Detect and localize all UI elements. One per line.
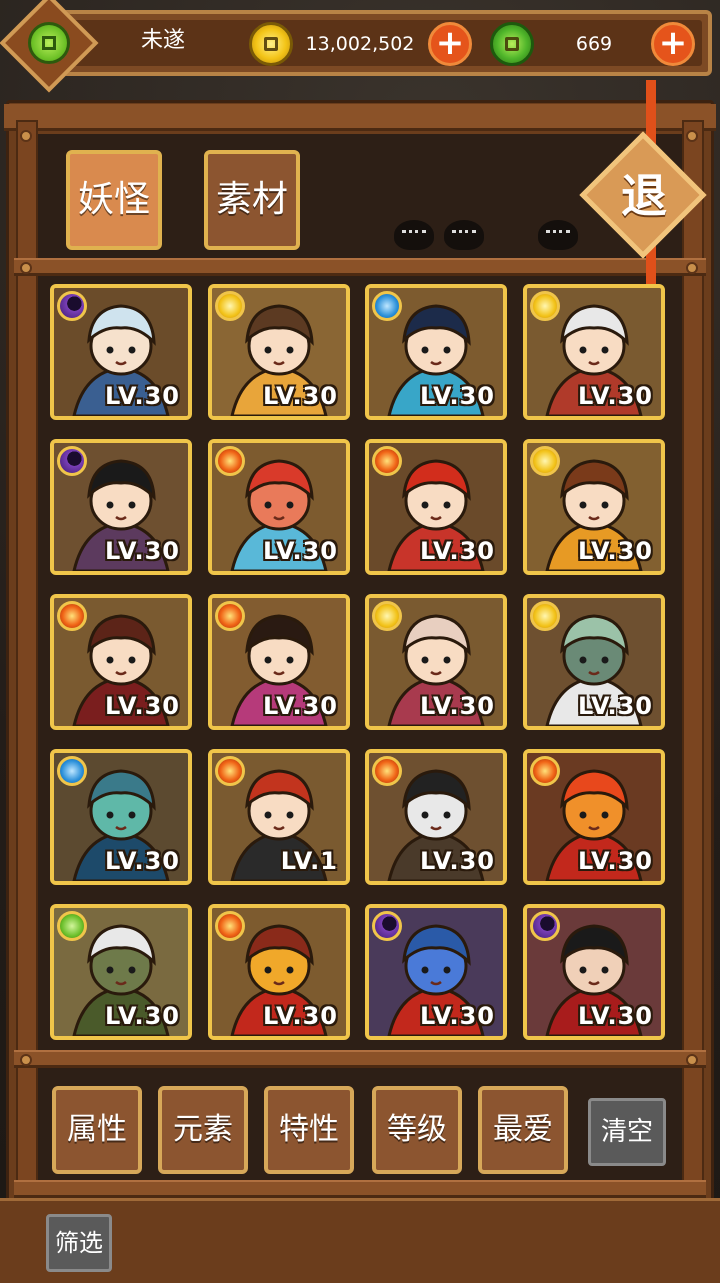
player-name: 未遂 bbox=[140, 28, 185, 53]
water-element-icon bbox=[372, 291, 402, 321]
yokai-level: LV.30 bbox=[105, 1002, 180, 1030]
water-element-icon bbox=[57, 756, 87, 786]
yokai-card[interactable]: LV.30 bbox=[523, 749, 665, 885]
nail-decoration bbox=[20, 262, 32, 274]
shadow-creature-decoration bbox=[444, 220, 484, 250]
shadow-creature-decoration bbox=[394, 220, 434, 250]
yokai-level: LV.30 bbox=[420, 382, 495, 410]
fire-element-icon bbox=[215, 756, 245, 786]
yokai-card[interactable]: LV.30 bbox=[208, 439, 350, 575]
cabinet-top-beam bbox=[4, 104, 716, 131]
light-element-icon bbox=[530, 601, 560, 631]
yokai-level: LV.30 bbox=[105, 692, 180, 720]
yokai-card[interactable]: LV.30 bbox=[208, 284, 350, 420]
light-element-icon bbox=[530, 291, 560, 321]
nail-decoration bbox=[686, 130, 698, 142]
yokai-card[interactable]: LV.30 bbox=[365, 904, 507, 1040]
filter-favorite-button[interactable]: 最爱 bbox=[478, 1086, 568, 1174]
yokai-level: LV.30 bbox=[105, 537, 180, 565]
light-element-icon bbox=[530, 446, 560, 476]
yokai-level: LV.30 bbox=[578, 382, 653, 410]
dark-element-icon bbox=[57, 291, 87, 321]
shadow-creature-decoration bbox=[538, 220, 578, 250]
shelf-bottom bbox=[14, 1180, 706, 1198]
nail-decoration bbox=[20, 1054, 32, 1066]
yokai-level: LV.1 bbox=[280, 847, 338, 875]
light-element-icon bbox=[372, 601, 402, 631]
yokai-level: LV.30 bbox=[263, 537, 338, 565]
dark-element-icon bbox=[57, 446, 87, 476]
dark-element-icon bbox=[530, 911, 560, 941]
fire-element-icon bbox=[372, 446, 402, 476]
yokai-card[interactable]: LV.30 bbox=[50, 439, 192, 575]
dark-element-icon bbox=[372, 911, 402, 941]
wood-element-icon bbox=[57, 911, 87, 941]
filter-attribute-button[interactable]: 属性 bbox=[52, 1086, 142, 1174]
yokai-level: LV.30 bbox=[420, 847, 495, 875]
yokai-card[interactable]: LV.30 bbox=[50, 284, 192, 420]
exit-label[interactable]: 退 bbox=[608, 160, 680, 232]
shelf-upper bbox=[14, 258, 706, 276]
yokai-level: LV.30 bbox=[263, 1002, 338, 1030]
add-gold-button[interactable]: + bbox=[428, 22, 472, 66]
cabinet-right-post bbox=[682, 120, 704, 1200]
fire-element-icon bbox=[530, 756, 560, 786]
yokai-card[interactable]: LV.30 bbox=[523, 904, 665, 1040]
yokai-card[interactable]: LV.30 bbox=[523, 439, 665, 575]
nail-decoration bbox=[686, 262, 698, 274]
fire-element-icon bbox=[215, 911, 245, 941]
light-element-icon bbox=[215, 291, 245, 321]
tab-yokai[interactable]: 妖怪 bbox=[66, 150, 162, 250]
filter-element-button[interactable]: 元素 bbox=[158, 1086, 248, 1174]
jade-coin-icon bbox=[490, 22, 534, 66]
filter-level-button[interactable]: 等级 bbox=[372, 1086, 462, 1174]
yokai-level: LV.30 bbox=[578, 1002, 653, 1030]
yokai-level: LV.30 bbox=[420, 537, 495, 565]
fire-element-icon bbox=[372, 756, 402, 786]
fire-element-icon bbox=[215, 446, 245, 476]
yokai-card[interactable]: LV.30 bbox=[208, 904, 350, 1040]
yokai-card[interactable]: LV.30 bbox=[523, 594, 665, 730]
yokai-card[interactable]: LV.30 bbox=[50, 749, 192, 885]
add-jade-button[interactable]: + bbox=[651, 22, 695, 66]
yokai-card[interactable]: LV.1 bbox=[208, 749, 350, 885]
fire-element-icon bbox=[57, 601, 87, 631]
nail-decoration bbox=[20, 130, 32, 142]
yokai-level: LV.30 bbox=[420, 1002, 495, 1030]
yokai-card[interactable]: LV.30 bbox=[365, 439, 507, 575]
shelf-lower bbox=[14, 1050, 706, 1068]
yokai-card[interactable]: LV.30 bbox=[523, 284, 665, 420]
jade-amount: 669 bbox=[575, 33, 613, 55]
filter-trait-button[interactable]: 特性 bbox=[264, 1086, 354, 1174]
yokai-card[interactable]: LV.30 bbox=[50, 594, 192, 730]
cabinet-left-post bbox=[16, 120, 38, 1200]
yokai-card[interactable]: LV.30 bbox=[365, 594, 507, 730]
yokai-level: LV.30 bbox=[263, 692, 338, 720]
yokai-level: LV.30 bbox=[420, 692, 495, 720]
fire-element-icon bbox=[215, 601, 245, 631]
yokai-level: LV.30 bbox=[578, 537, 653, 565]
yokai-level: LV.30 bbox=[105, 382, 180, 410]
tab-material[interactable]: 素材 bbox=[204, 150, 300, 250]
gold-amount: 13,002,502 bbox=[305, 33, 415, 55]
yokai-grid: LV.30 LV.30 LV.30 LV.30 LV.30 LV.30 LV.30 LV.30… bbox=[50, 284, 670, 1044]
yokai-level: LV.30 bbox=[105, 847, 180, 875]
yokai-level: LV.30 bbox=[578, 692, 653, 720]
yokai-level: LV.30 bbox=[578, 847, 653, 875]
yokai-card[interactable]: LV.30 bbox=[365, 284, 507, 420]
clear-filter-button[interactable]: 清空 bbox=[588, 1098, 666, 1166]
filter-button[interactable]: 筛选 bbox=[46, 1214, 112, 1272]
yokai-card[interactable]: LV.30 bbox=[50, 904, 192, 1040]
yokai-level: LV.30 bbox=[263, 382, 338, 410]
gold-coin-icon bbox=[249, 22, 293, 66]
player-avatar-icon[interactable] bbox=[28, 22, 70, 64]
yokai-card[interactable]: LV.30 bbox=[208, 594, 350, 730]
yokai-card[interactable]: LV.30 bbox=[365, 749, 507, 885]
nail-decoration bbox=[686, 1054, 698, 1066]
